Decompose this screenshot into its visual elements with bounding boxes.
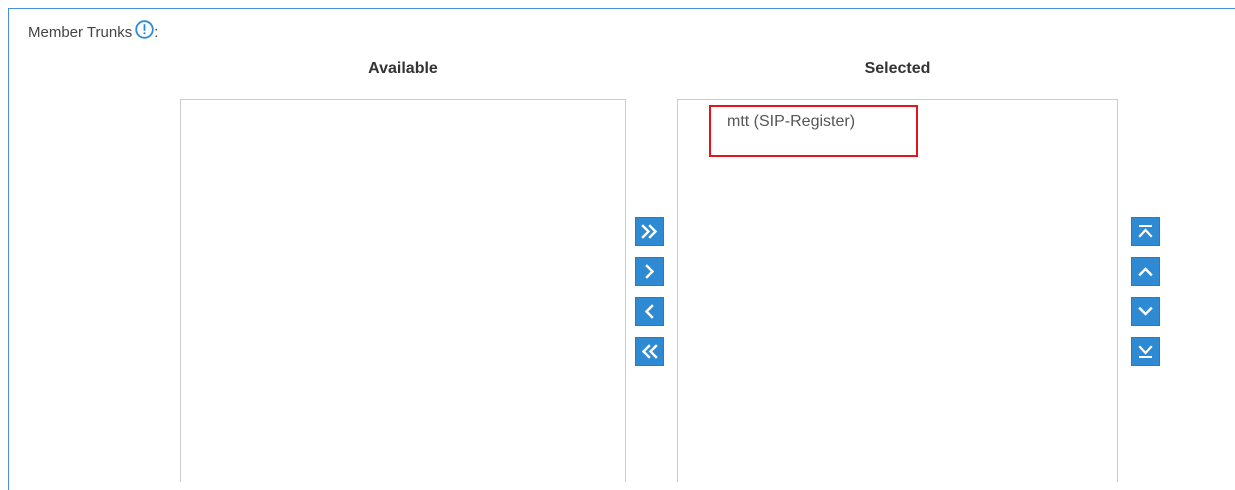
chevron-right-icon bbox=[645, 264, 655, 279]
double-chevron-left-icon bbox=[641, 344, 658, 359]
chevron-up-icon bbox=[1138, 267, 1153, 277]
member-trunks-label: Member Trunks : bbox=[28, 20, 159, 42]
move-top-button[interactable] bbox=[1131, 217, 1160, 246]
move-down-button[interactable] bbox=[1131, 297, 1160, 326]
remove-button[interactable] bbox=[635, 297, 664, 326]
add-all-button[interactable] bbox=[635, 217, 664, 246]
label-colon: : bbox=[154, 24, 159, 41]
selected-trunks-list[interactable]: mtt (SIP-Register) bbox=[677, 99, 1118, 482]
arrow-to-top-icon bbox=[1138, 225, 1153, 238]
move-up-button[interactable] bbox=[1131, 257, 1160, 286]
available-trunks-list[interactable] bbox=[180, 99, 626, 482]
available-list-header: Available bbox=[368, 60, 438, 77]
chevron-left-icon bbox=[644, 304, 654, 319]
double-chevron-right-icon bbox=[641, 224, 658, 239]
selected-list-header: Selected bbox=[864, 60, 931, 77]
info-circle-icon[interactable] bbox=[135, 20, 154, 39]
chevron-down-icon bbox=[1138, 306, 1153, 316]
member-trunks-label-text: Member Trunks bbox=[28, 24, 133, 41]
remove-all-button[interactable] bbox=[635, 337, 664, 366]
list-item[interactable]: mtt (SIP-Register) bbox=[709, 106, 855, 157]
arrow-to-bottom-icon bbox=[1138, 345, 1153, 358]
move-bottom-button[interactable] bbox=[1131, 337, 1160, 366]
add-button[interactable] bbox=[635, 257, 664, 286]
